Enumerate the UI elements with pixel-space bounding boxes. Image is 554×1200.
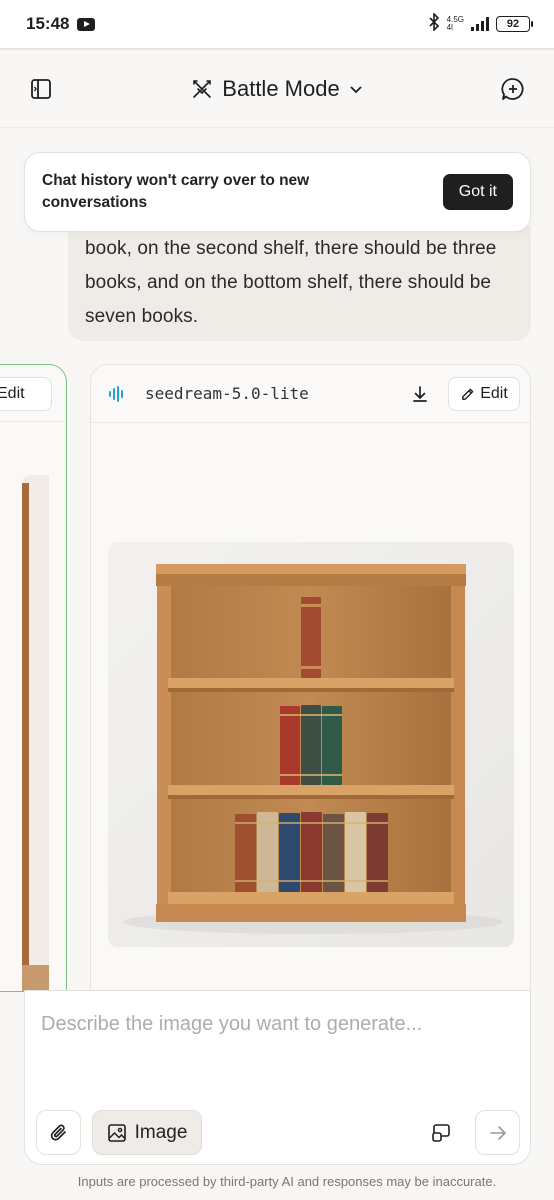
left-edit-label: Edit: [0, 385, 25, 402]
send-button[interactable]: [475, 1110, 520, 1155]
layout-icon: [432, 1124, 450, 1142]
image-mode-label: Image: [134, 1121, 188, 1143]
download-icon: [413, 386, 427, 402]
bookshelf-illustration: [108, 542, 514, 947]
youtube-icon: [77, 17, 96, 31]
audio-wave-icon: [109, 386, 123, 402]
status-left: 15:48: [26, 14, 96, 34]
left-edit-button[interactable]: Edit: [0, 377, 52, 411]
new-chat-button[interactable]: [498, 74, 528, 104]
sidebar-toggle-button[interactable]: [26, 74, 56, 104]
download-button[interactable]: [409, 383, 431, 405]
model-card-header: seedream-5.0-lite Edit: [91, 365, 530, 423]
left-image-shelf-edge: [22, 483, 29, 991]
status-time: 15:48: [26, 14, 70, 33]
image-mode-button[interactable]: Image: [92, 1110, 202, 1155]
status-bar: 15:48 4.5G 4l 92: [0, 0, 554, 48]
new-chat-icon: [501, 78, 524, 100]
arrow-right-icon: [489, 1125, 506, 1140]
paperclip-icon: [50, 1124, 66, 1141]
battery-level: 92: [506, 18, 520, 30]
bluetooth-icon: [428, 11, 440, 36]
network-type: 4.5G 4l: [447, 16, 464, 32]
chevron-down-icon: [350, 85, 362, 93]
user-message: book, on the second shelf, there should …: [68, 226, 531, 341]
status-right: 4.5G 4l 92: [428, 11, 533, 36]
disclaimer-text: Inputs are processed by third-party AI a…: [77, 1174, 497, 1189]
model-card: seedream-5.0-lite Edit: [90, 364, 531, 1004]
app-header: Battle Mode: [0, 50, 554, 128]
sidebar-toggle-icon: [31, 79, 51, 99]
prompt-composer: Describe the image you want to generate.…: [24, 990, 531, 1165]
prompt-input[interactable]: Describe the image you want to generate.…: [41, 1013, 422, 1036]
pencil-icon: [462, 388, 474, 400]
left-image-floor: [22, 965, 49, 991]
model-name: seedream-5.0-lite: [145, 384, 309, 403]
battle-swords-icon: [193, 79, 212, 98]
mode-selector[interactable]: Battle Mode: [190, 76, 363, 102]
left-generated-image: [22, 475, 49, 991]
mode-label: Battle Mode: [222, 75, 340, 101]
left-model-card: Edit: [0, 364, 67, 992]
generated-image[interactable]: [108, 542, 514, 947]
layout-button[interactable]: [425, 1117, 457, 1149]
attach-button[interactable]: [36, 1110, 81, 1155]
edit-label: Edit: [480, 385, 508, 402]
toast-message: Chat history won't carry over to new con…: [42, 172, 310, 211]
battery-icon: 92: [496, 16, 533, 32]
chat-history-toast: Chat history won't carry over to new con…: [24, 152, 531, 232]
signal-icon: [471, 17, 489, 31]
got-it-button[interactable]: Got it: [442, 174, 513, 210]
edit-button[interactable]: Edit: [448, 377, 520, 411]
image-icon: [107, 1123, 126, 1142]
left-card-divider: [0, 421, 66, 422]
network-sub-label: 4l: [446, 23, 453, 32]
